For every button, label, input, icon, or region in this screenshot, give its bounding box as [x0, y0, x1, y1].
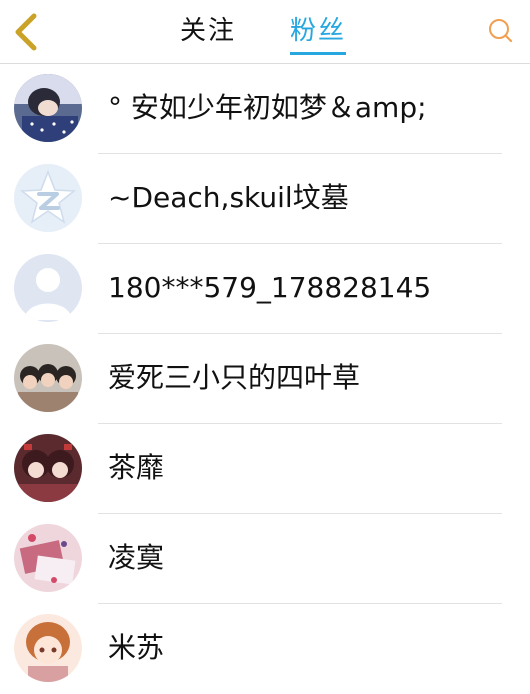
avatar[interactable] — [14, 254, 82, 322]
fan-name: 茶靡 — [108, 451, 165, 484]
tab-bar: 关注 粉丝 — [0, 0, 530, 64]
avatar[interactable] — [14, 524, 82, 592]
search-icon — [489, 19, 513, 43]
fan-name: ~Deach,skuil坟墓 — [108, 181, 349, 214]
avatar[interactable] — [14, 344, 82, 412]
fan-name: 凌寞 — [108, 541, 165, 574]
list-item[interactable]: 凌寞 — [0, 514, 530, 604]
tab-following[interactable]: 关注 — [180, 14, 236, 48]
list-item[interactable]: 爱死三小只的四叶草 — [0, 334, 530, 424]
avatar[interactable] — [14, 164, 82, 232]
avatar[interactable] — [14, 434, 82, 502]
list-item[interactable]: 茶靡 — [0, 424, 530, 514]
list-item[interactable]: ~Deach,skuil坟墓 — [0, 154, 530, 244]
search-button[interactable] — [486, 16, 516, 46]
list-item[interactable]: ° 安如少年初如梦＆amp; — [0, 64, 530, 154]
fan-name: ° 安如少年初如梦＆amp; — [108, 91, 427, 124]
list-item[interactable]: 米苏 — [0, 604, 530, 694]
tab-fans[interactable]: 粉丝 — [290, 14, 346, 48]
list-item[interactable]: 180***579_178828145 — [0, 244, 530, 334]
fan-name: 米苏 — [108, 631, 165, 664]
active-tab-indicator — [290, 52, 346, 55]
fan-name: 180***579_178828145 — [108, 271, 432, 304]
header-bar: 关注 粉丝 — [0, 0, 530, 64]
fans-list: ° 安如少年初如梦＆amp; ~Deach,skuil坟墓 180***579_… — [0, 64, 530, 694]
avatar[interactable] — [14, 74, 82, 142]
avatar[interactable] — [14, 614, 82, 682]
fan-name: 爱死三小只的四叶草 — [108, 361, 361, 394]
